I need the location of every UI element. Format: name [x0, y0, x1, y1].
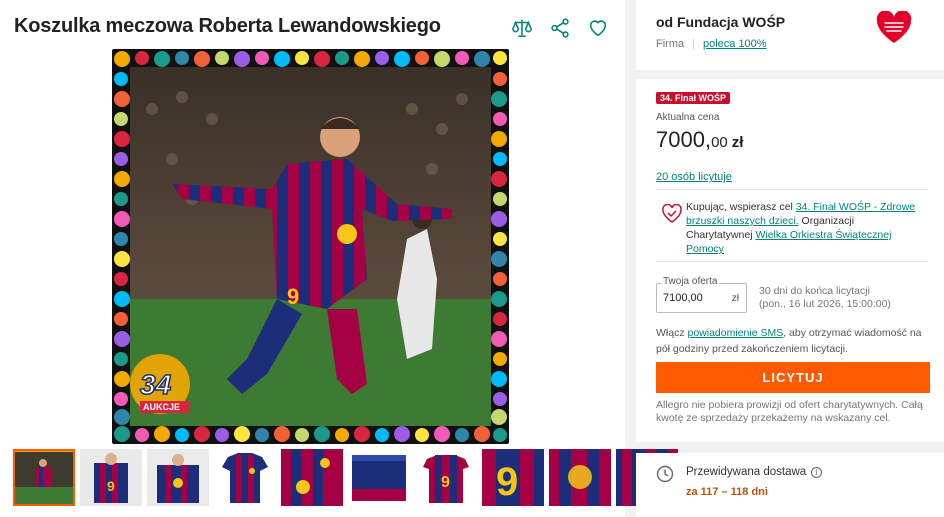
bid-currency: zł	[731, 293, 739, 304]
finale-badge: 34. Finał WOŚP	[656, 92, 731, 104]
thumbnail-4[interactable]	[214, 449, 276, 506]
notify-prefix: Włącz	[656, 327, 688, 339]
thumbnail-1[interactable]	[13, 449, 75, 506]
offer-card: 34. Finał WOŚP Aktualna cena 7000,00 zł 2…	[636, 79, 944, 442]
bidders-link[interactable]: 20 osób licytuje	[656, 171, 732, 183]
jersey-number: 9	[287, 284, 299, 309]
auction-tag: AUKCJE	[143, 402, 180, 412]
thumbnail-2[interactable]: 9	[80, 449, 142, 506]
commission-disclaimer: Allegro nie pobiera prowizji od ofert ch…	[656, 399, 923, 424]
current-price: 7000,00 zł	[656, 127, 743, 153]
thumbnail-6[interactable]	[348, 449, 410, 506]
seller-recommendation-link[interactable]: poleca 100%	[703, 38, 767, 50]
bid-button[interactable]: LICYTUJ	[656, 362, 930, 393]
info-icon[interactable]: i	[811, 466, 823, 478]
sms-notification-info: Włącz powiadomienie SMS, aby otrzymać wi…	[656, 325, 928, 357]
delivery-label-text: Przewidywana dostawa	[686, 466, 807, 478]
delivery-range: za 117 – 118 dni	[686, 486, 768, 498]
divider: |	[692, 38, 695, 50]
delivery-label: Przewidywana dostawa i	[686, 466, 823, 478]
price-currency: zł	[731, 134, 744, 151]
thumbnail-strip: 9 9 9	[13, 449, 678, 506]
bid-input-label: Twoja oferta	[661, 276, 720, 287]
charity-heart-icon	[662, 204, 682, 223]
thumb-number: 9	[107, 478, 115, 494]
countdown-end-date: (pon., 16 lut 2026, 15:00:00)	[759, 298, 891, 310]
seller-type: Firma	[656, 38, 685, 50]
seller-card: od Fundacja WOŚP Firma | poleca 100%	[636, 0, 944, 70]
wosp-heart-logo[interactable]	[876, 10, 912, 45]
delivery-card: Przewidywana dostawa i za 117 – 118 dni	[636, 453, 944, 517]
finale-number: 34	[140, 369, 172, 400]
seller-name[interactable]: od Fundacja WOŚP	[656, 14, 785, 30]
thumbnail-7[interactable]: 9	[415, 449, 477, 506]
divider	[656, 261, 928, 262]
bid-input-field[interactable]: Twoja oferta zł	[656, 276, 747, 313]
support-prefix: Kupując, wspierasz cel	[686, 201, 796, 213]
main-product-image[interactable]: 9 34 AUKCJE	[112, 49, 509, 444]
heart-icon[interactable]	[586, 16, 610, 40]
share-icon[interactable]	[548, 16, 572, 40]
sms-notification-link[interactable]: powiadomienie SMS	[688, 327, 784, 339]
divider	[656, 189, 928, 190]
thumbnail-3[interactable]	[147, 449, 209, 506]
thumb-number: 9	[441, 474, 450, 491]
price-label: Aktualna cena	[656, 112, 720, 123]
title-actions	[510, 16, 610, 40]
thumbnail-9[interactable]	[549, 449, 611, 506]
thumbnail-5[interactable]	[281, 449, 343, 506]
thumbnail-8[interactable]: 9	[482, 449, 544, 506]
charity-support-text: Kupując, wspierasz cel 34. Finał WOŚP - …	[686, 200, 922, 256]
price-decimal: 00	[711, 134, 728, 151]
seller-meta: Firma | poleca 100%	[656, 38, 767, 50]
product-title: Koszulka meczowa Roberta Lewandowskiego	[14, 15, 441, 37]
price-main: 7000,	[656, 127, 712, 152]
product-gallery-panel: Koszulka meczowa Roberta Lewandowskiego	[0, 0, 678, 517]
compare-icon[interactable]	[510, 16, 534, 40]
countdown-days: 30 dni do końca licytacji	[759, 285, 870, 297]
bid-amount-input[interactable]	[663, 292, 723, 304]
thumb-number: 9	[496, 460, 518, 504]
auction-countdown: 30 dni do końca licytacji (pon., 16 lut …	[759, 285, 891, 311]
clock-icon	[656, 465, 674, 483]
